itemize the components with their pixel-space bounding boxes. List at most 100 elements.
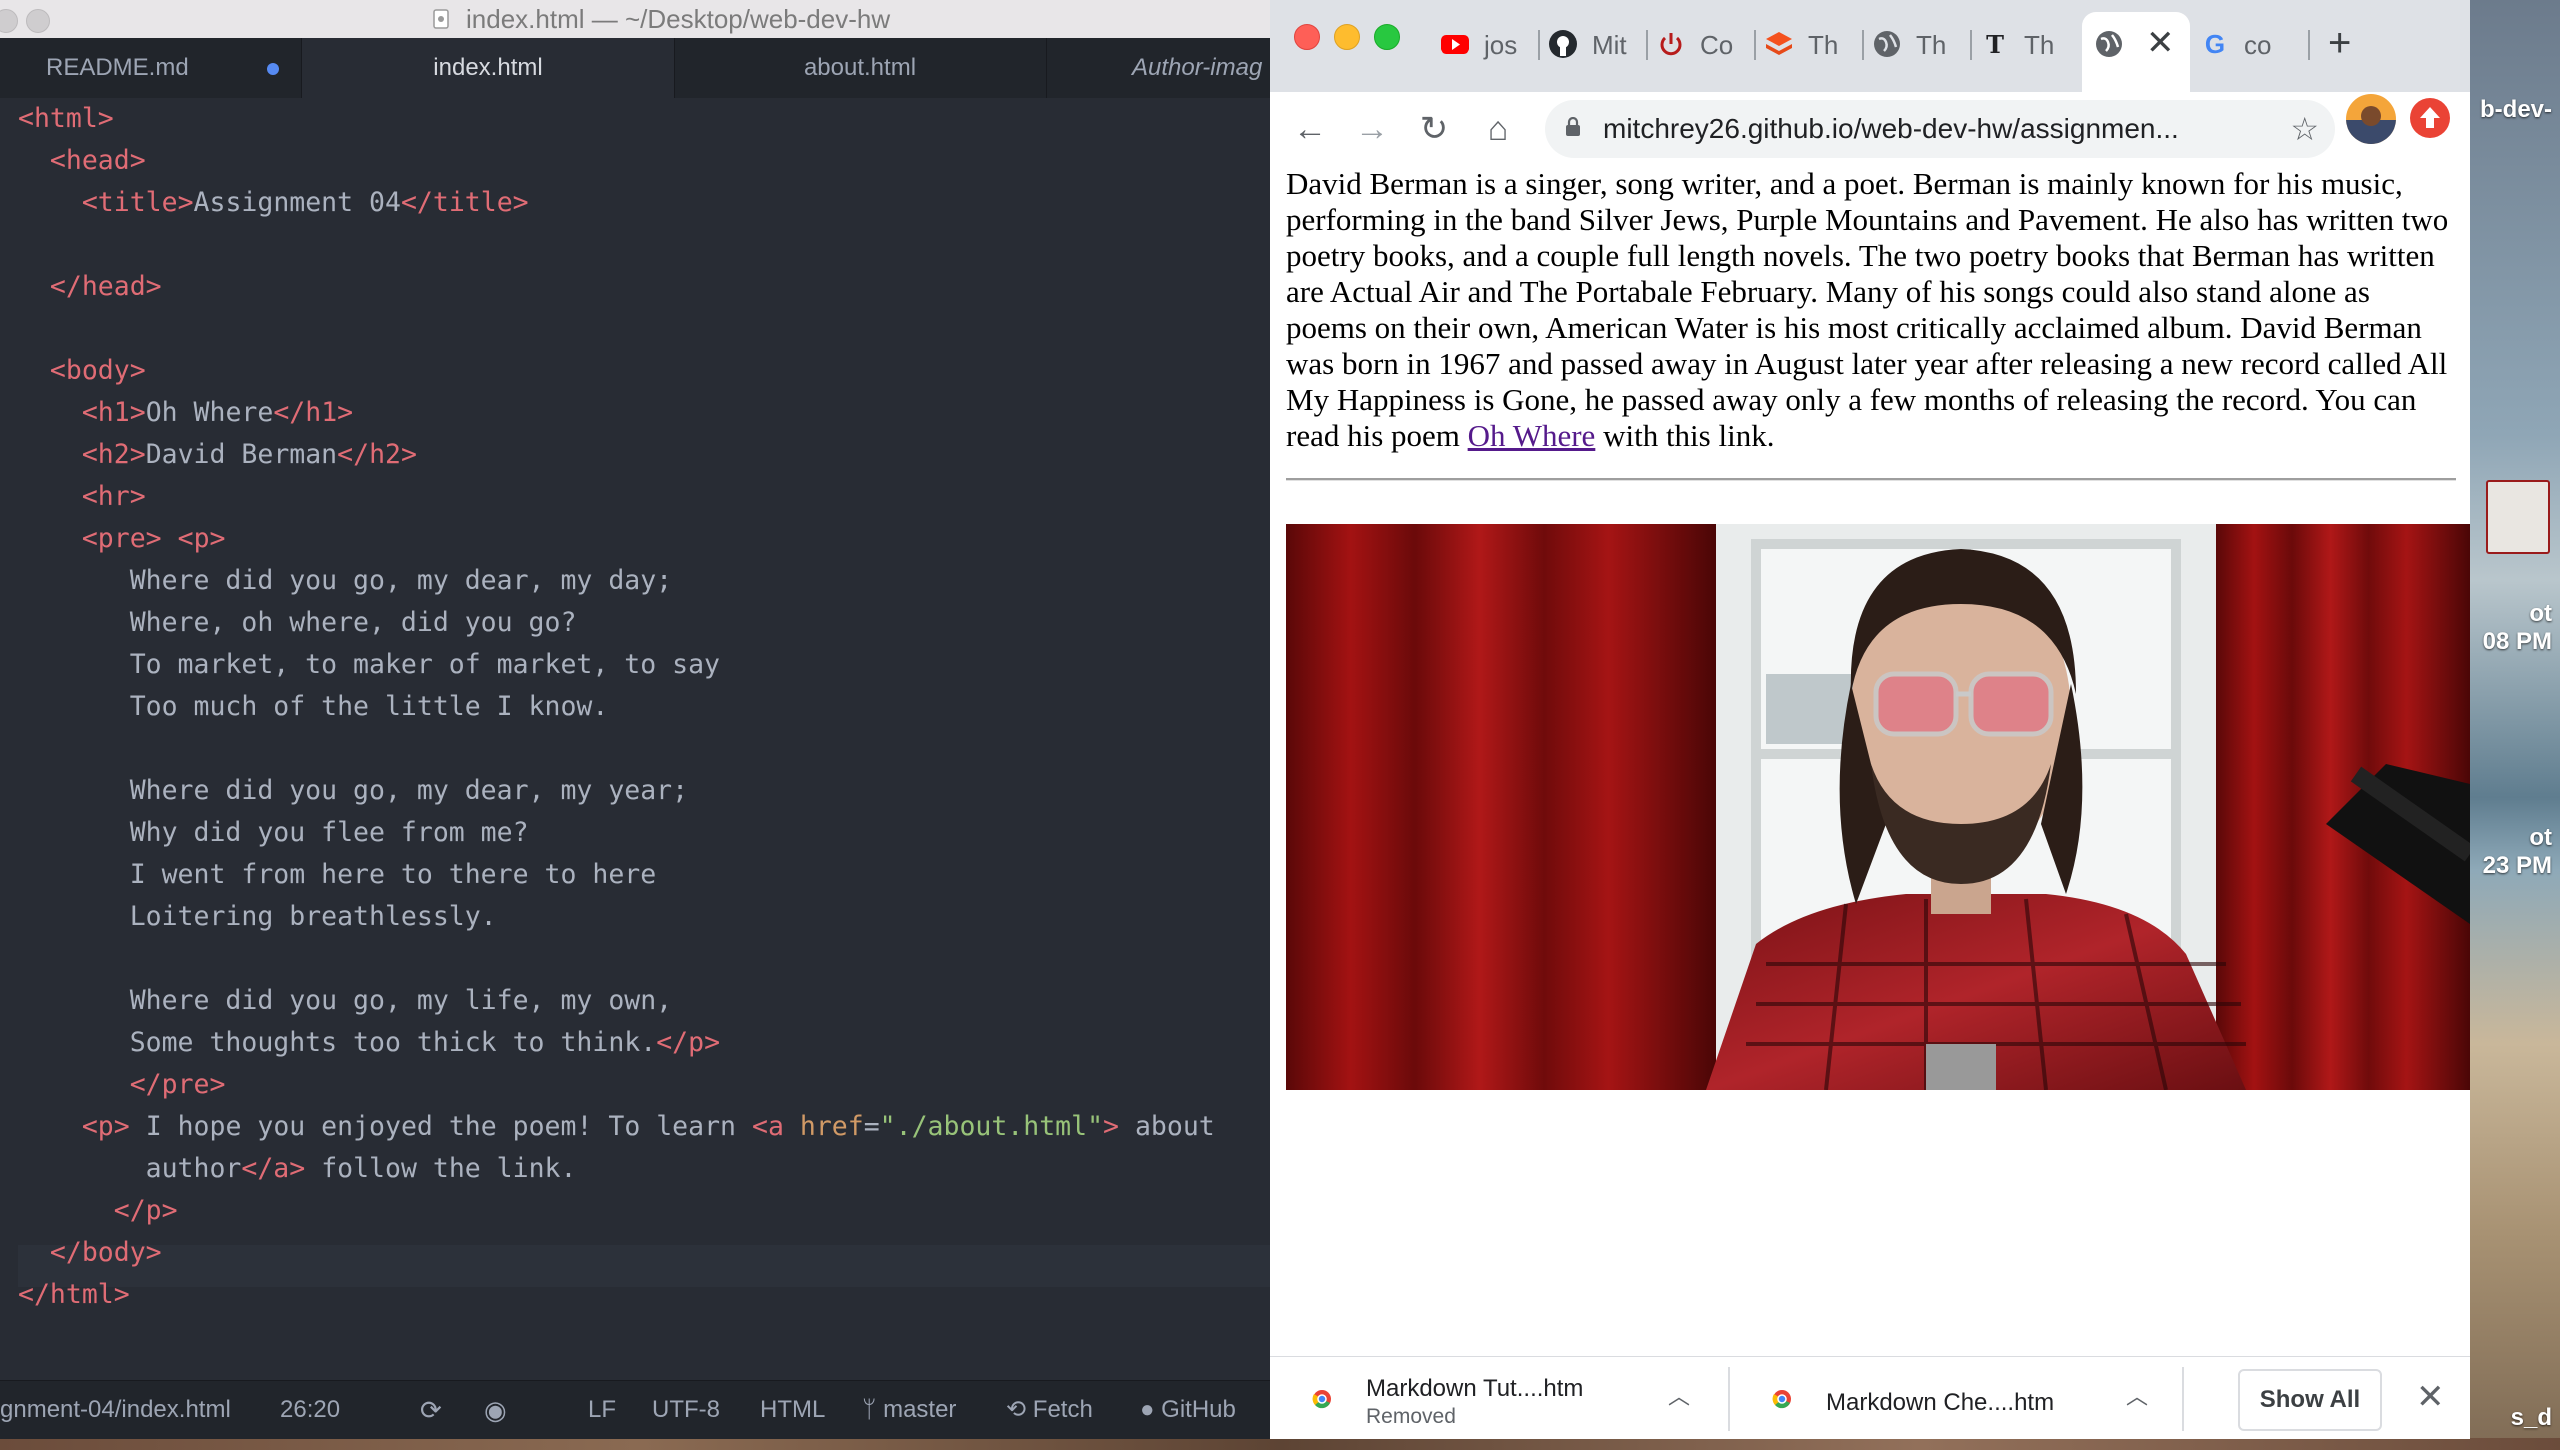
code-line: Why did you flee from me? <box>129 817 529 848</box>
tab-readme[interactable]: README.md <box>0 38 302 98</box>
editor-tab-bar: README.md index.html about.html Author-i… <box>0 38 1270 98</box>
close-tab-icon[interactable]: ✕ <box>2146 20 2175 66</box>
web-page-content: David Berman is a singer, song writer, a… <box>1270 166 2470 1356</box>
code-line: author</a> follow the link. <box>145 1153 577 1184</box>
desktop-file-label[interactable]: b-dev- <box>2480 96 2552 124</box>
browser-tab-strip: jos Mit Co Th Th T Th ✕ G co + <box>1270 0 2470 92</box>
cursor-position[interactable]: 26:20 <box>280 1381 340 1439</box>
desktop-screenshot-label[interactable]: ot 08 PM <box>2483 600 2552 656</box>
code-line: To market, to maker of market, to say <box>129 649 720 680</box>
chrome-file-icon <box>1772 1390 1791 1409</box>
close-downloads-bar-icon[interactable]: ✕ <box>2416 1377 2445 1417</box>
close-window-button[interactable] <box>0 9 18 33</box>
github-icon: ● <box>1140 1396 1155 1423</box>
browser-tab[interactable]: Th <box>1872 14 1972 76</box>
editor-window-title: index.html — ~/Desktop/web-dev-hw <box>466 4 891 34</box>
browser-tab[interactable]: jos <box>1440 14 1540 76</box>
browser-toolbar: ← → ↻ ⌂ mitchrey26.github.io/web-dev-hw/… <box>1270 92 2470 167</box>
tab-index-html[interactable]: index.html <box>302 38 675 98</box>
code-line: <p> I hope you enjoyed the poem! To lear… <box>81 1111 1215 1142</box>
download-item[interactable]: Markdown Tut....htm Removed ︿ <box>1270 1357 1750 1439</box>
code-line: </p> <box>113 1195 178 1226</box>
code-line: <pre> <p> <box>81 523 226 554</box>
git-branch-button[interactable]: ᛘ master <box>862 1381 956 1439</box>
code-line: <hr> <box>81 481 146 512</box>
grammar-selector[interactable]: HTML <box>760 1381 825 1439</box>
reload-button[interactable]: ↻ <box>1410 105 1458 153</box>
unsaved-indicator-icon <box>267 63 279 75</box>
browser-tab[interactable]: Mit <box>1548 14 1648 76</box>
back-button[interactable]: ← <box>1286 105 1334 153</box>
browser-tab-active[interactable]: ✕ <box>2082 12 2190 92</box>
bookmark-star-icon[interactable]: ☆ <box>2290 100 2319 158</box>
zoom-window-button[interactable] <box>1374 24 1400 50</box>
update-available-icon[interactable] <box>2410 98 2450 138</box>
file-path[interactable]: gnment-04/index.html <box>0 1381 231 1439</box>
browser-window: jos Mit Co Th Th T Th ✕ G co + ← → ↻ ⌂ m… <box>1270 0 2470 1439</box>
download-status: Removed <box>1366 1405 1456 1428</box>
home-button[interactable]: ⌂ <box>1474 105 1522 153</box>
download-filename: Markdown Tut....htm <box>1366 1375 1584 1402</box>
google-icon: G <box>2205 29 2225 59</box>
minimize-window-button[interactable] <box>1334 24 1360 50</box>
tab-label: about.html <box>803 54 917 81</box>
line-ending-selector[interactable]: LF <box>588 1381 616 1439</box>
code-line: </body> <box>49 1237 162 1268</box>
browser-tab[interactable]: G co <box>2200 14 2310 76</box>
code-line: </html> <box>18 1279 130 1310</box>
code-line: <body> <box>49 355 146 386</box>
code-area[interactable]: <html> <head> <title>Assignment 04</titl… <box>0 98 1270 1380</box>
code-line: Where did you go, my dear, my day; <box>129 565 673 596</box>
editor-title-bar: index.html — ~/Desktop/web-dev-hw <box>0 0 1270 39</box>
lock-icon <box>1566 117 1580 136</box>
code-line: I went from here to there to here <box>129 859 657 890</box>
bio-paragraph: David Berman is a singer, song writer, a… <box>1286 166 2449 453</box>
chevron-up-icon[interactable]: ︿ <box>2126 1379 2148 1411</box>
new-tab-button[interactable]: + <box>2328 18 2351 68</box>
downloads-bar: Markdown Tut....htm Removed ︿ Markdown C… <box>1270 1356 2470 1439</box>
desktop-screenshot-label[interactable]: ot 23 PM <box>2483 824 2552 880</box>
sync-icon: ⟲ <box>1006 1396 1027 1423</box>
code-line: Where did you go, my dear, my year; <box>129 775 689 806</box>
desktop-file-label[interactable]: s_d <box>2511 1404 2552 1432</box>
fetch-button[interactable]: ⟲ Fetch <box>1006 1381 1093 1439</box>
show-all-downloads-button[interactable]: Show All <box>2238 1369 2382 1431</box>
code-line: <h2>David Berman</h2> <box>81 439 417 470</box>
code-line: Where did you go, my life, my own, <box>129 985 673 1016</box>
browser-tab[interactable]: Co <box>1656 14 1756 76</box>
desktop-file-icon[interactable] <box>2486 480 2550 554</box>
github-icon <box>1549 30 1577 58</box>
browser-tab[interactable]: Th <box>1764 14 1864 76</box>
power-icon <box>1660 33 1682 56</box>
code-line: <head> <box>49 145 146 176</box>
globe-icon <box>2096 31 2122 57</box>
svg-text:T: T <box>1986 30 2004 59</box>
code-line: </pre> <box>129 1069 226 1100</box>
code-line: <h1>Oh Where</h1> <box>81 397 354 428</box>
chrome-status-icon[interactable]: ◉ <box>484 1381 507 1439</box>
download-item[interactable]: Markdown Che....htm ︿ <box>1730 1357 2210 1439</box>
code-line: Loitering breathlessly. <box>129 901 497 932</box>
close-window-button[interactable] <box>1294 24 1320 50</box>
author-photo <box>1286 524 2470 1090</box>
tab-label: Author-imag <box>1132 54 1263 81</box>
profile-avatar[interactable] <box>2346 94 2396 144</box>
tab-label: index.html <box>433 54 543 81</box>
minimize-window-button[interactable] <box>26 9 50 33</box>
encoding-selector[interactable]: UTF-8 <box>652 1381 720 1439</box>
github-button[interactable]: ● GitHub <box>1140 1381 1236 1439</box>
globe-icon <box>1874 31 1900 57</box>
tab-about-html[interactable]: about.html <box>674 38 1047 98</box>
address-bar[interactable]: mitchrey26.github.io/web-dev-hw/assignme… <box>1545 100 2335 158</box>
tab-author-image[interactable]: Author-imag <box>1046 38 1270 98</box>
url-text[interactable]: mitchrey26.github.io/web-dev-hw/assignme… <box>1603 100 2253 158</box>
teletype-icon[interactable]: ⟳ <box>420 1381 442 1439</box>
chevron-up-icon[interactable]: ︿ <box>1668 1379 1690 1411</box>
code-line: Some thoughts too thick to think.</p> <box>129 1027 721 1058</box>
oh-where-link[interactable]: Oh Where <box>1468 418 1596 453</box>
forward-button[interactable]: → <box>1348 105 1396 153</box>
code-line: Too much of the little I know. <box>129 691 609 722</box>
code-line: Where, oh where, did you go? <box>129 607 577 638</box>
browser-tab[interactable]: T Th <box>1980 14 2080 76</box>
divider <box>2182 1367 2184 1431</box>
